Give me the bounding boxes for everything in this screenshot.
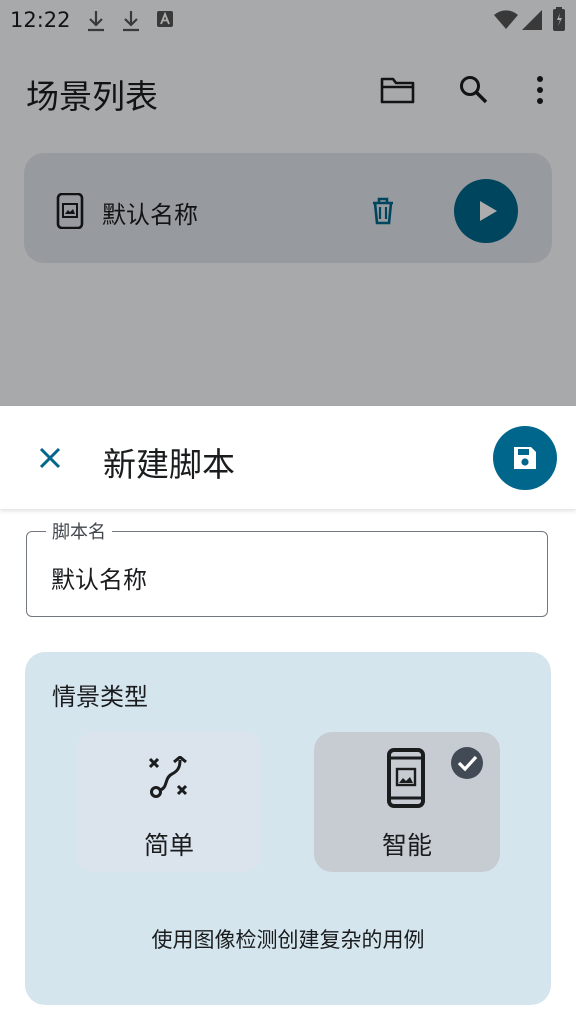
close-icon[interactable]: [37, 445, 63, 471]
save-icon: [514, 447, 536, 469]
save-button[interactable]: [493, 426, 557, 490]
sheet-header: 新建脚本: [0, 406, 576, 509]
phone-image-icon: [387, 748, 425, 808]
option-simple-label: 简单: [143, 831, 194, 860]
option-smart-label: 智能: [381, 831, 432, 860]
route-icon: [148, 756, 188, 798]
check-icon: [451, 747, 483, 779]
scenario-type-description: 使用图像检测创建复杂的用例: [151, 928, 425, 952]
script-name-input[interactable]: 默认名称: [51, 560, 147, 595]
script-name-field[interactable]: 脚本名 默认名称: [26, 518, 548, 617]
scrim[interactable]: [0, 0, 576, 406]
scenario-type-card: 情景类型 简单 智能 使用图像检测创建复杂的用例: [25, 652, 551, 1005]
script-name-label: 脚本名: [46, 518, 112, 544]
sheet-title: 新建脚本: [103, 445, 235, 484]
new-script-sheet: 新建脚本 脚本名 默认名称 情景类型 简单 智能 使用图像检测创建复杂的用例: [0, 406, 576, 1024]
option-simple[interactable]: 简单: [76, 732, 262, 872]
scenario-type-label: 情景类型: [52, 683, 148, 711]
option-smart[interactable]: 智能: [314, 732, 500, 872]
